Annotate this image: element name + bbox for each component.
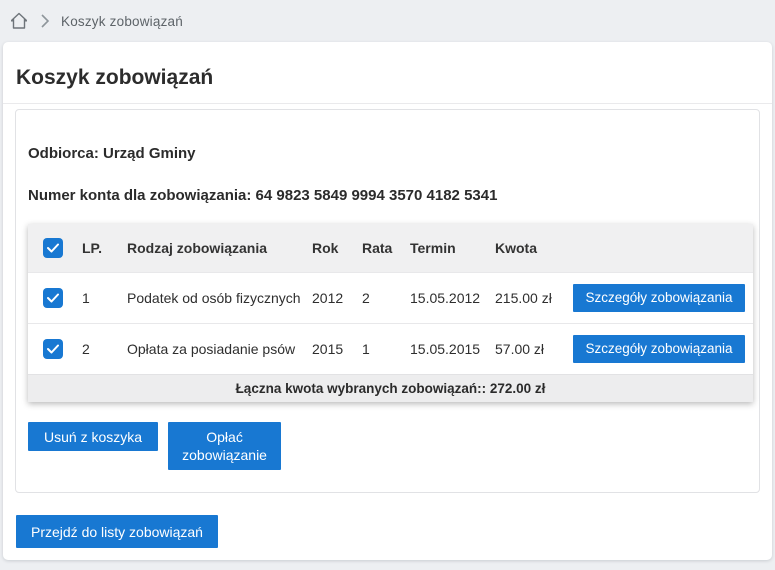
home-icon[interactable]: [9, 11, 29, 31]
column-header-type: Rodzaj zobowiązania: [123, 224, 308, 272]
cell-lp: 2: [78, 323, 123, 374]
cell-installment: 2: [358, 272, 406, 323]
account-number-line: Numer konta dla zobowiązania: 64 9823 58…: [28, 188, 747, 204]
cell-due-date: 15.05.2012: [406, 272, 491, 323]
details-button[interactable]: Szczegóły zobowiązania: [573, 335, 745, 363]
page-title: Koszyk zobowiązań: [3, 42, 772, 91]
go-to-obligation-list-button[interactable]: Przejdź do listy zobowiązań: [16, 515, 218, 548]
content-panel: Koszyk zobowiązań Odbiorca: Urząd Gminy …: [3, 42, 772, 560]
column-header-amount: Kwota: [491, 224, 569, 272]
cell-due-date: 15.05.2015: [406, 323, 491, 374]
remove-from-basket-button[interactable]: Usuń z koszyka: [28, 422, 158, 451]
cell-amount: 57.00 zł: [491, 323, 569, 374]
cell-lp: 1: [78, 272, 123, 323]
obligations-table: LP. Rodzaj zobowiązania Rok Rata Termin …: [28, 224, 753, 402]
table-row: 2 Opłata za posiadanie psów 2015 1 15.05…: [28, 323, 753, 374]
cell-amount: 215.00 zł: [491, 272, 569, 323]
cell-type: Podatek od osób fizycznych: [123, 272, 308, 323]
row-checkbox[interactable]: [43, 288, 63, 308]
pay-obligation-button[interactable]: Opłać zobowiązanie: [168, 422, 281, 470]
check-icon: [47, 344, 59, 354]
table-row: 1 Podatek od osób fizycznych 2012 2 15.0…: [28, 272, 753, 323]
check-icon: [47, 243, 59, 253]
total-row: Łączna kwota wybranych zobowiązań:: 272.…: [28, 374, 753, 402]
table-header-row: LP. Rodzaj zobowiązania Rok Rata Termin …: [28, 224, 753, 272]
cell-type: Opłata za posiadanie psów: [123, 323, 308, 374]
basket-card: Odbiorca: Urząd Gminy Numer konta dla zo…: [15, 109, 760, 493]
column-header-lp: LP.: [78, 224, 123, 272]
row-checkbox[interactable]: [43, 339, 63, 359]
select-all-cell: [28, 224, 78, 272]
recipient-line: Odbiorca: Urząd Gminy: [28, 146, 747, 162]
cell-year: 2015: [308, 323, 358, 374]
chevron-right-icon: [41, 14, 50, 28]
select-all-checkbox[interactable]: [43, 238, 63, 258]
column-header-installment: Rata: [358, 224, 406, 272]
title-divider: [3, 103, 772, 104]
breadcrumb: Koszyk zobowiązań: [0, 0, 775, 42]
column-header-due-date: Termin: [406, 224, 491, 272]
column-header-year: Rok: [308, 224, 358, 272]
total-value: 272.00 zł: [490, 381, 546, 396]
cell-installment: 1: [358, 323, 406, 374]
breadcrumb-current: Koszyk zobowiązań: [61, 14, 183, 29]
cell-year: 2012: [308, 272, 358, 323]
details-button[interactable]: Szczegóły zobowiązania: [573, 284, 745, 312]
column-header-actions: [569, 224, 753, 272]
check-icon: [47, 293, 59, 303]
card-actions: Usuń z koszyka Opłać zobowiązanie: [28, 422, 747, 470]
total-label: Łączna kwota wybranych zobowiązań::: [236, 381, 487, 396]
